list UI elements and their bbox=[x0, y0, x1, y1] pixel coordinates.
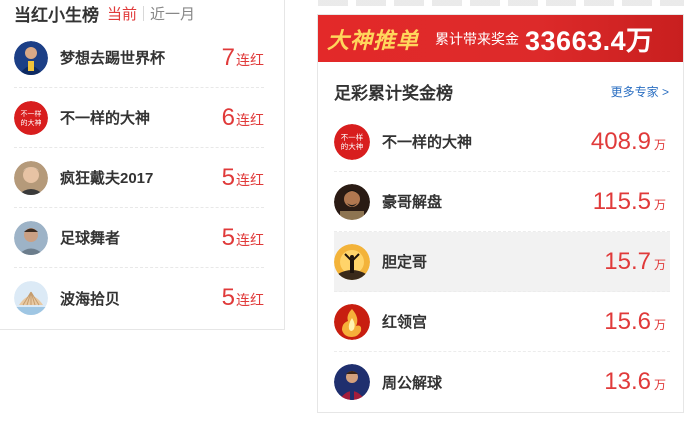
avatar[interactable] bbox=[14, 40, 48, 75]
list-item[interactable]: 胆定哥 15.7 万 bbox=[334, 232, 670, 292]
prize-list: 不一样 的大神 不一样的大神 408.9 万 豪哥解盘 115.5 万 胆定哥 … bbox=[334, 112, 670, 412]
avatar[interactable] bbox=[334, 303, 370, 340]
silhouette-icon bbox=[334, 243, 370, 280]
banner-label: 累计带来奖金 bbox=[435, 30, 520, 47]
avatar[interactable]: 不一样 的大神 bbox=[14, 100, 48, 135]
avatar[interactable]: 不一样 的大神 bbox=[334, 123, 370, 160]
expert-name[interactable]: 红领宫 bbox=[382, 311, 604, 332]
list-item[interactable]: 疯狂戴夫2017 5 连红 bbox=[14, 148, 264, 208]
svg-text:不一样: 不一样 bbox=[341, 132, 364, 142]
list-item[interactable]: 红领宫 15.6 万 bbox=[334, 292, 670, 352]
expert-name[interactable]: 足球舞者 bbox=[60, 227, 222, 248]
portrait-icon bbox=[14, 160, 48, 195]
prize-amount: 15.7 万 bbox=[604, 247, 666, 275]
expert-name[interactable]: 胆定哥 bbox=[382, 251, 604, 272]
streak-count: 6 连红 bbox=[221, 103, 264, 131]
avatar[interactable] bbox=[14, 160, 48, 195]
expert-name[interactable]: 波海拾贝 bbox=[60, 288, 222, 309]
text-badge-icon: 不一样 的大神 bbox=[14, 100, 48, 135]
streak-ranking-panel: 当红小生榜 当前 近一月 梦想去踢世界杯 7 连红 不一样 的大神 不一样的大神… bbox=[0, 0, 285, 330]
expert-name[interactable]: 梦想去踢世界杯 bbox=[60, 47, 222, 68]
avatar[interactable] bbox=[14, 281, 48, 315]
player-photo-icon bbox=[14, 40, 48, 75]
svg-text:的大神: 的大神 bbox=[341, 141, 364, 151]
prize-amount: 13.6 万 bbox=[604, 368, 666, 395]
prize-ranking-panel: 大神推单 累计带来奖金 33663.4万 足彩累计奖金榜 更多专家 > 不一样 … bbox=[317, 14, 684, 413]
svg-text:不一样: 不一样 bbox=[21, 109, 42, 118]
list-item[interactable]: 豪哥解盘 115.5 万 bbox=[334, 172, 670, 232]
streak-list: 梦想去踢世界杯 7 连红 不一样 的大神 不一样的大神 6 连红 疯狂戴夫201… bbox=[14, 28, 264, 328]
tab-divider bbox=[143, 5, 145, 21]
tab-last-month[interactable]: 近一月 bbox=[150, 3, 195, 24]
expert-name[interactable]: 豪哥解盘 bbox=[382, 191, 593, 212]
cropped-nav-strip bbox=[318, 0, 684, 6]
svg-text:的大神: 的大神 bbox=[21, 118, 42, 127]
streak-count: 5 连红 bbox=[221, 223, 264, 251]
streak-count: 5 连红 bbox=[221, 284, 264, 311]
prize-amount: 115.5 万 bbox=[592, 187, 666, 215]
portrait-icon bbox=[14, 220, 48, 255]
streak-ranking-header: 当红小生榜 当前 近一月 bbox=[14, 1, 195, 25]
streak-count: 5 连红 bbox=[221, 163, 264, 191]
list-item[interactable]: 不一样 的大神 不一样的大神 6 连红 bbox=[14, 88, 264, 148]
panel-title: 足彩累计奖金榜 bbox=[334, 84, 453, 103]
avatar[interactable] bbox=[334, 243, 370, 280]
list-item[interactable]: 波海拾贝 5 连红 bbox=[14, 268, 264, 328]
panel-title: 当红小生榜 bbox=[14, 5, 99, 25]
more-experts-link[interactable]: 更多专家 > bbox=[611, 83, 669, 100]
portrait-icon bbox=[334, 183, 370, 220]
expert-name[interactable]: 疯狂戴夫2017 bbox=[60, 167, 222, 188]
avatar[interactable] bbox=[334, 183, 370, 220]
tab-current[interactable]: 当前 bbox=[107, 3, 137, 24]
avatar[interactable] bbox=[14, 220, 48, 255]
banner-amount: 33663.4万 bbox=[525, 26, 654, 56]
list-item[interactable]: 足球舞者 5 连红 bbox=[14, 208, 264, 268]
player-photo-icon bbox=[334, 364, 370, 400]
flame-icon bbox=[334, 303, 370, 340]
prize-amount: 408.9 万 bbox=[590, 127, 666, 155]
expert-name[interactable]: 不一样的大神 bbox=[60, 107, 222, 128]
expert-name[interactable]: 不一样的大神 bbox=[382, 131, 591, 152]
list-item[interactable]: 周公解球 13.6 万 bbox=[334, 352, 670, 412]
streak-count: 7 连红 bbox=[221, 43, 264, 71]
banner-logo: 大神推单 bbox=[327, 27, 420, 53]
expert-name[interactable]: 周公解球 bbox=[382, 372, 604, 393]
avatar[interactable] bbox=[334, 364, 370, 400]
promo-banner[interactable]: 大神推单 累计带来奖金 33663.4万 bbox=[318, 15, 683, 62]
text-badge-icon: 不一样 的大神 bbox=[334, 123, 370, 160]
shell-icon bbox=[14, 281, 48, 315]
prize-ranking-header: 足彩累计奖金榜 更多专家 > bbox=[334, 79, 669, 104]
prize-amount: 15.6 万 bbox=[604, 307, 666, 335]
list-item[interactable]: 不一样 的大神 不一样的大神 408.9 万 bbox=[334, 112, 670, 172]
list-item[interactable]: 梦想去踢世界杯 7 连红 bbox=[14, 28, 264, 88]
